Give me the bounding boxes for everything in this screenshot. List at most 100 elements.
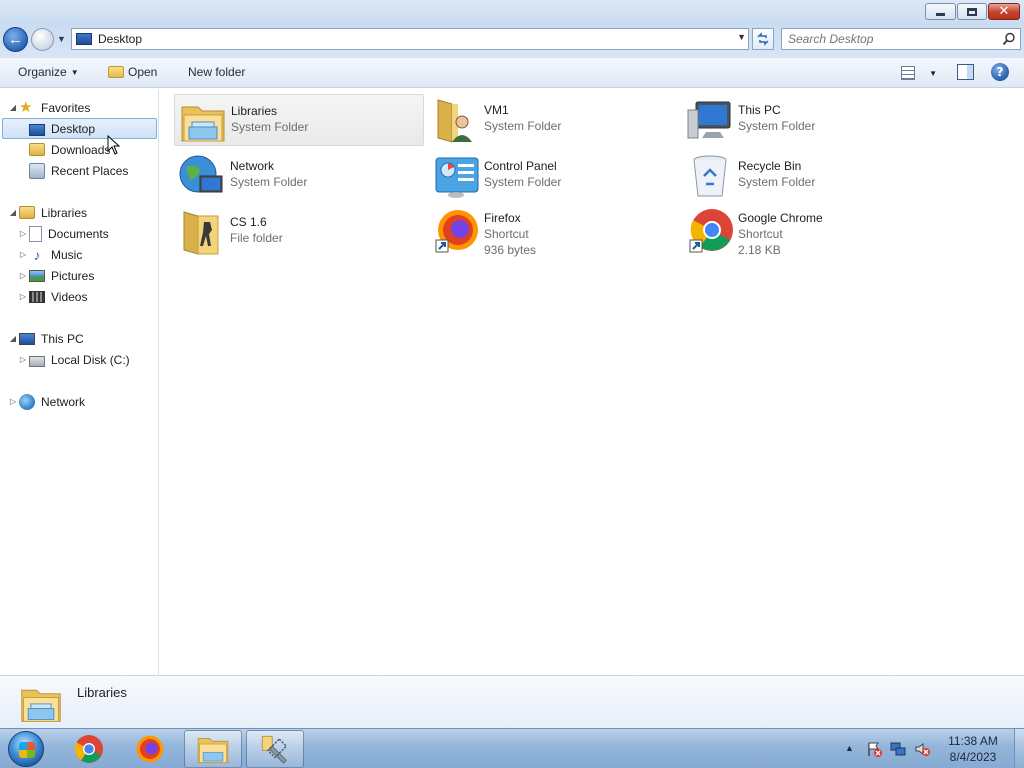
recent-places-icon <box>29 162 45 179</box>
item-google-chrome[interactable]: Google Chrome Shortcut 2.18 KB <box>682 202 932 262</box>
expand-arrow-icon[interactable]: ▷ <box>18 271 28 280</box>
nav-item-videos[interactable]: ▷ Videos <box>18 286 88 307</box>
collapse-arrow-icon[interactable]: ◢ <box>8 103 18 112</box>
back-button[interactable]: ← <box>3 27 28 52</box>
clock-date[interactable]: 8/4/2023 <box>938 750 1008 764</box>
network-icon <box>179 155 223 193</box>
taskbar-tools[interactable] <box>246 730 304 768</box>
navigation-pane: ◢ ★ Favorites Desktop Downloads Recent P… <box>0 89 159 675</box>
refresh-button[interactable] <box>752 28 774 50</box>
forward-button[interactable] <box>31 28 54 51</box>
taskbar-explorer[interactable] <box>184 730 242 768</box>
nav-label: Music <box>51 247 83 262</box>
item-recycle-bin[interactable]: Recycle Bin System Folder <box>682 150 932 202</box>
nav-label: Videos <box>51 289 88 304</box>
search-box[interactable] <box>781 28 1021 50</box>
address-text: Desktop <box>98 32 143 46</box>
item-name: Network <box>230 159 275 173</box>
collapse-arrow-icon[interactable]: ◢ <box>8 208 18 217</box>
item-network[interactable]: Network System Folder <box>174 150 424 202</box>
item-type: System Folder <box>231 120 309 134</box>
details-pane: Libraries <box>0 675 1024 728</box>
expand-arrow-icon[interactable]: ▷ <box>18 250 28 259</box>
new-folder-button[interactable]: New folder <box>188 65 245 79</box>
close-button[interactable]: ✕ <box>988 3 1020 20</box>
nav-item-documents[interactable]: ▷ Documents <box>18 223 109 244</box>
item-name: CS 1.6 <box>230 215 267 229</box>
item-libraries[interactable]: Libraries System Folder <box>174 94 424 146</box>
item-cs-1-6[interactable]: CS 1.6 File folder <box>174 206 424 258</box>
nav-item-local-disk[interactable]: ▷ Local Disk (C:) <box>18 349 130 370</box>
volume-muted-icon[interactable] <box>914 741 930 757</box>
network-status-icon[interactable] <box>890 741 906 757</box>
nav-favorites[interactable]: ◢ ★ Favorites <box>8 97 90 118</box>
item-vm1[interactable]: VM1 System Folder <box>428 94 678 146</box>
restore-button[interactable] <box>957 3 987 20</box>
open-button[interactable]: Open <box>108 65 157 79</box>
item-name: Libraries <box>231 104 278 118</box>
music-icon: ♪ <box>33 246 41 263</box>
nav-item-pictures[interactable]: ▷ Pictures <box>18 265 94 286</box>
item-type: Shortcut <box>484 227 529 241</box>
address-dropdown-icon[interactable]: ▼ <box>737 32 746 42</box>
taskbar-chrome[interactable] <box>60 730 118 768</box>
collapse-arrow-icon[interactable]: ◢ <box>8 334 18 343</box>
item-type: System Folder <box>230 175 308 189</box>
item-type: System Folder <box>484 175 562 189</box>
nav-label: Favorites <box>41 100 91 115</box>
nav-item-recent-places[interactable]: Recent Places <box>29 160 128 181</box>
command-bar: Organize ▼ Open New folder ▼ ? <box>0 58 1024 88</box>
show-desktop-button[interactable] <box>1014 729 1024 768</box>
computer-icon <box>19 332 35 345</box>
item-name: Control Panel <box>484 159 557 173</box>
taskbar-firefox[interactable] <box>121 730 179 768</box>
computer-icon <box>687 101 731 139</box>
preview-pane-button[interactable] <box>957 64 974 80</box>
item-type: Shortcut <box>738 227 783 241</box>
firefox-icon <box>435 210 478 253</box>
address-bar[interactable]: Desktop ▼ <box>71 28 749 50</box>
star-icon: ★ <box>19 98 33 116</box>
minimize-button[interactable] <box>925 3 956 20</box>
change-view-button[interactable]: ▼ <box>901 65 937 81</box>
nav-this-pc[interactable]: ◢ This PC <box>8 328 84 349</box>
expand-arrow-icon[interactable]: ▷ <box>18 229 28 238</box>
expand-arrow-icon[interactable]: ▷ <box>18 355 28 364</box>
help-button[interactable]: ? <box>991 63 1009 81</box>
expand-arrow-icon[interactable]: ▷ <box>8 397 18 406</box>
item-type: System Folder <box>738 119 816 133</box>
folder-icon <box>108 66 124 78</box>
item-firefox[interactable]: Firefox Shortcut 936 bytes <box>428 202 678 262</box>
new-folder-label: New folder <box>188 65 246 79</box>
clock-time[interactable]: 11:38 AM <box>938 734 1008 748</box>
videos-icon <box>29 290 45 303</box>
chevron-down-icon[interactable]: ▼ <box>929 69 937 78</box>
expand-arrow-icon[interactable]: ▷ <box>18 292 28 301</box>
libraries-icon <box>21 689 61 722</box>
show-hidden-icons-button[interactable]: ▲ <box>845 743 854 753</box>
recycle-bin-icon <box>693 155 727 197</box>
item-control-panel[interactable]: Control Panel System Folder <box>428 150 678 202</box>
item-name: Firefox <box>484 211 521 225</box>
nav-network[interactable]: ▷ Network <box>8 391 85 412</box>
organize-menu[interactable]: Organize ▼ <box>18 65 79 79</box>
nav-label: Network <box>41 394 86 409</box>
item-name: Google Chrome <box>738 211 823 225</box>
item-this-pc[interactable]: This PC System Folder <box>682 94 932 146</box>
search-icon[interactable] <box>1002 32 1016 46</box>
title-bar: ✕ <box>0 0 1024 24</box>
nav-item-downloads[interactable]: Downloads <box>29 139 110 160</box>
start-button[interactable] <box>8 731 44 767</box>
item-size: 2.18 KB <box>738 243 781 257</box>
details-item-name: Libraries <box>77 685 127 700</box>
item-name: VM1 <box>484 103 509 117</box>
user-folder-icon <box>437 99 472 143</box>
nav-item-desktop[interactable]: Desktop <box>2 118 157 139</box>
disk-icon <box>29 355 45 367</box>
desktop-icon <box>76 33 92 45</box>
nav-item-music[interactable]: ▷ ♪ Music <box>18 244 82 265</box>
nav-libraries[interactable]: ◢ Libraries <box>8 202 87 223</box>
search-input[interactable] <box>788 32 998 46</box>
recent-pages-dropdown[interactable]: ▼ <box>57 34 67 44</box>
action-center-icon[interactable] <box>866 741 882 757</box>
